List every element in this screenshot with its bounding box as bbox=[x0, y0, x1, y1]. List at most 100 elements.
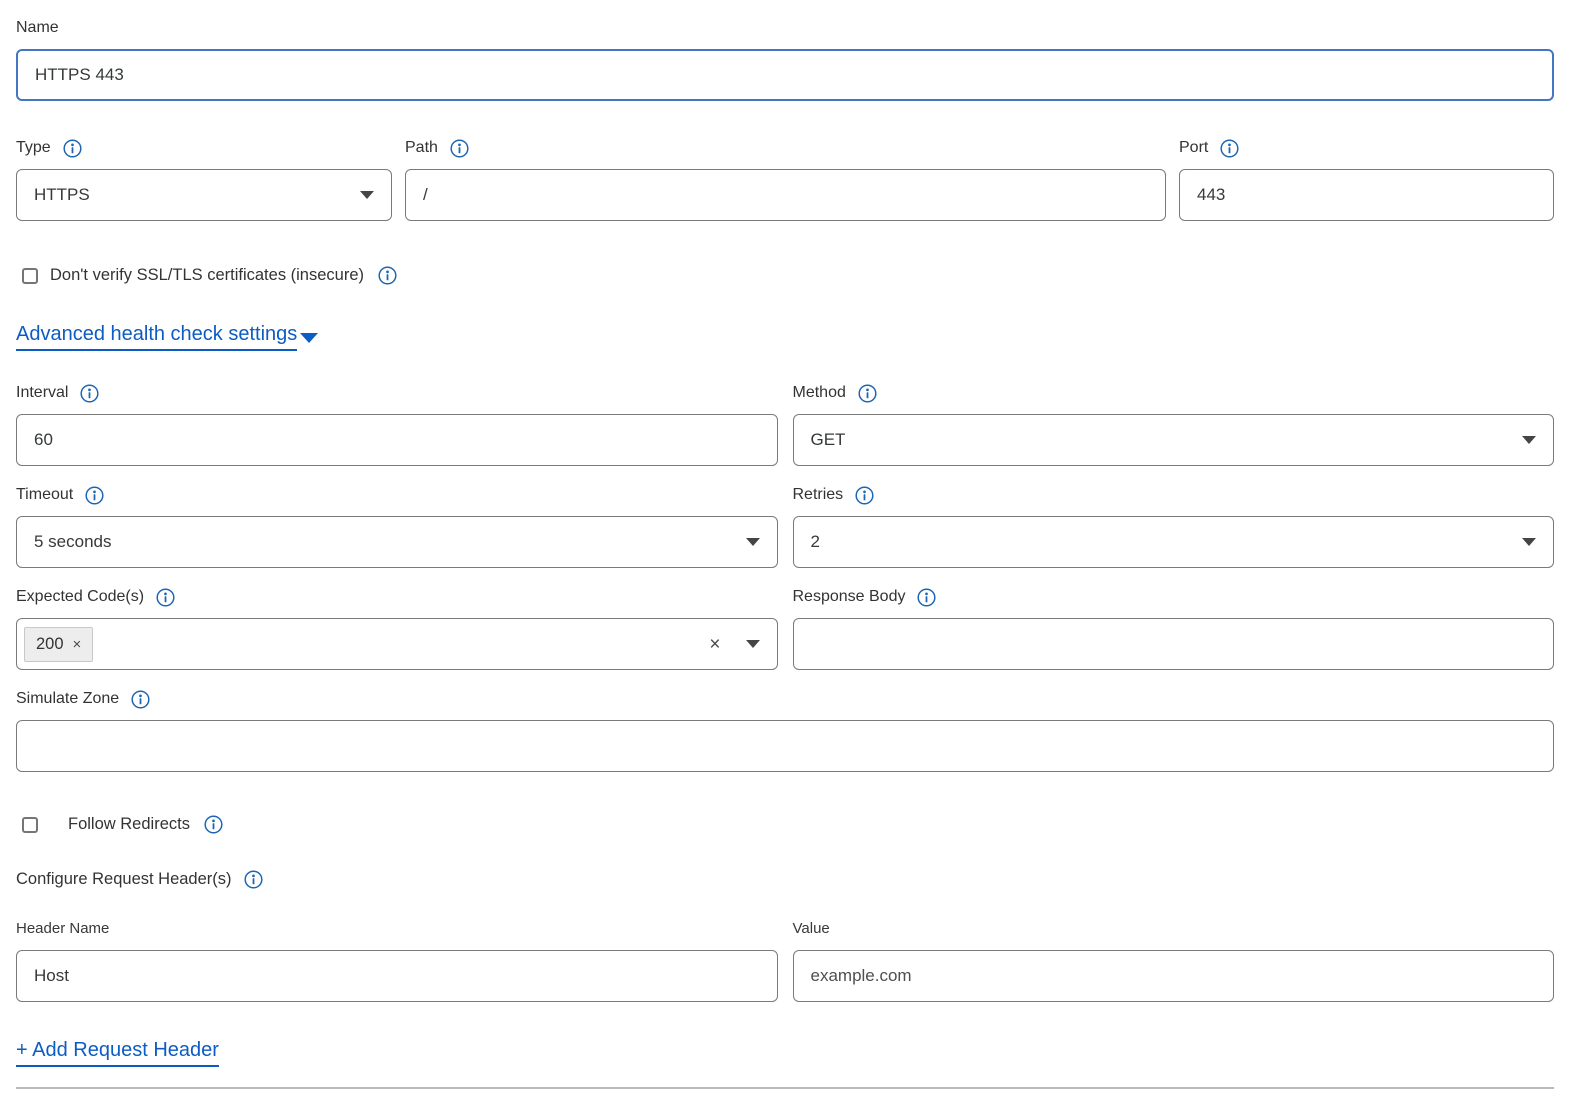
path-input[interactable] bbox=[405, 169, 1166, 221]
expected-codes-multiselect[interactable]: 200 × × bbox=[16, 618, 778, 670]
type-label: Type bbox=[16, 138, 392, 158]
port-field-group: Port bbox=[1179, 138, 1554, 221]
request-headers-info-icon[interactable] bbox=[244, 870, 263, 889]
port-input[interactable] bbox=[1179, 169, 1554, 221]
simulate-zone-info-icon[interactable] bbox=[131, 690, 150, 709]
chevron-down-icon bbox=[1522, 538, 1536, 546]
response-body-field-group: Response Body bbox=[793, 587, 1555, 670]
header-value-label: Value bbox=[793, 919, 1555, 938]
simulate-zone-input[interactable] bbox=[16, 720, 1554, 772]
triangle-down-icon bbox=[300, 333, 318, 343]
path-label-text: Path bbox=[405, 138, 438, 158]
interval-label: Interval bbox=[16, 383, 778, 403]
add-header-row: + Add Request Header bbox=[16, 1038, 1554, 1067]
dont-verify-ssl-info-icon[interactable] bbox=[378, 266, 397, 285]
expected-codes-field-group: Expected Code(s) 200 × × bbox=[16, 587, 778, 670]
dont-verify-ssl-label: Don't verify SSL/TLS certificates (insec… bbox=[50, 266, 364, 285]
simulate-zone-label: Simulate Zone bbox=[16, 689, 1554, 709]
port-info-icon[interactable] bbox=[1220, 139, 1239, 158]
dont-verify-ssl-checkbox[interactable] bbox=[22, 268, 38, 284]
path-info-icon[interactable] bbox=[450, 139, 469, 158]
port-label-text: Port bbox=[1179, 138, 1208, 158]
expected-codes-label-text: Expected Code(s) bbox=[16, 587, 144, 607]
method-selected-value: GET bbox=[811, 430, 846, 450]
header-value-input[interactable] bbox=[793, 950, 1555, 1002]
expected-codes-label: Expected Code(s) bbox=[16, 587, 778, 607]
port-label: Port bbox=[1179, 138, 1554, 158]
expected-code-tag: 200 × bbox=[24, 627, 93, 662]
name-label: Name bbox=[16, 18, 1554, 38]
retries-label-text: Retries bbox=[793, 485, 844, 505]
interval-info-icon[interactable] bbox=[80, 384, 99, 403]
follow-redirects-label: Follow Redirects bbox=[68, 815, 190, 834]
method-info-icon[interactable] bbox=[858, 384, 877, 403]
expected-codes-info-icon[interactable] bbox=[156, 588, 175, 607]
header-value-label-text: Value bbox=[793, 919, 830, 938]
response-body-info-icon[interactable] bbox=[917, 588, 936, 607]
request-headers-section-label: Configure Request Header(s) bbox=[16, 869, 1554, 889]
name-field-group: Name bbox=[16, 18, 1554, 101]
type-select[interactable]: HTTPS bbox=[16, 169, 392, 221]
timeout-label-text: Timeout bbox=[16, 485, 73, 505]
retries-label: Retries bbox=[793, 485, 1555, 505]
chevron-down-icon bbox=[360, 191, 374, 199]
method-label-text: Method bbox=[793, 383, 846, 403]
chevron-down-icon bbox=[1522, 436, 1536, 444]
response-body-input[interactable] bbox=[793, 618, 1555, 670]
multiselect-controls: × bbox=[709, 635, 759, 654]
method-select[interactable]: GET bbox=[793, 414, 1555, 466]
path-field-group: Path bbox=[405, 138, 1166, 221]
follow-redirects-info-icon[interactable] bbox=[204, 815, 223, 834]
timeout-selected-value: 5 seconds bbox=[34, 532, 112, 552]
request-header-row: Header Name Value bbox=[16, 919, 1554, 1002]
request-headers-section-label-text: Configure Request Header(s) bbox=[16, 869, 232, 889]
response-body-label-text: Response Body bbox=[793, 587, 906, 607]
timeout-field-group: Timeout 5 seconds bbox=[16, 485, 778, 568]
type-selected-value: HTTPS bbox=[34, 185, 90, 205]
add-request-header-link[interactable]: + Add Request Header bbox=[16, 1038, 219, 1067]
type-label-text: Type bbox=[16, 138, 51, 158]
interval-method-row: Interval Method GET bbox=[16, 383, 1554, 466]
timeout-select[interactable]: 5 seconds bbox=[16, 516, 778, 568]
response-body-label: Response Body bbox=[793, 587, 1555, 607]
header-name-input[interactable] bbox=[16, 950, 778, 1002]
header-name-label: Header Name bbox=[16, 919, 778, 938]
expected-code-tag-value: 200 bbox=[36, 635, 64, 654]
retries-info-icon[interactable] bbox=[855, 486, 874, 505]
chevron-down-icon bbox=[746, 538, 760, 546]
ssl-verify-row: Don't verify SSL/TLS certificates (insec… bbox=[16, 266, 1554, 285]
timeout-info-icon[interactable] bbox=[85, 486, 104, 505]
header-name-label-text: Header Name bbox=[16, 919, 109, 938]
path-label: Path bbox=[405, 138, 1166, 158]
retries-select[interactable]: 2 bbox=[793, 516, 1555, 568]
add-request-header-link-text: + Add Request Header bbox=[16, 1038, 219, 1067]
interval-input[interactable] bbox=[16, 414, 778, 466]
simulate-zone-field-group: Simulate Zone bbox=[16, 689, 1554, 772]
interval-field-group: Interval bbox=[16, 383, 778, 466]
timeout-label: Timeout bbox=[16, 485, 778, 505]
follow-redirects-checkbox[interactable] bbox=[22, 817, 38, 833]
type-info-icon[interactable] bbox=[63, 139, 82, 158]
advanced-settings-link[interactable]: Advanced health check settings bbox=[16, 322, 318, 351]
section-divider bbox=[16, 1087, 1554, 1089]
retries-selected-value: 2 bbox=[811, 532, 820, 552]
remove-tag-icon[interactable]: × bbox=[73, 637, 82, 652]
follow-redirects-row: Follow Redirects bbox=[16, 815, 1554, 834]
simulate-zone-label-text: Simulate Zone bbox=[16, 689, 119, 709]
timeout-retries-row: Timeout 5 seconds Retries 2 bbox=[16, 485, 1554, 568]
codes-body-row: Expected Code(s) 200 × × Response Body bbox=[16, 587, 1554, 670]
clear-all-icon[interactable]: × bbox=[709, 635, 720, 654]
advanced-settings-row: Advanced health check settings bbox=[16, 322, 1554, 351]
header-name-field-group: Header Name bbox=[16, 919, 778, 1002]
retries-field-group: Retries 2 bbox=[793, 485, 1555, 568]
type-path-port-row: Type HTTPS Path Port bbox=[16, 138, 1554, 221]
name-label-text: Name bbox=[16, 18, 59, 38]
header-value-field-group: Value bbox=[793, 919, 1555, 1002]
interval-label-text: Interval bbox=[16, 383, 68, 403]
name-input[interactable] bbox=[16, 49, 1554, 101]
health-check-form: Name Type HTTPS Path bbox=[0, 0, 1570, 1089]
type-field-group: Type HTTPS bbox=[16, 138, 392, 221]
advanced-settings-link-text: Advanced health check settings bbox=[16, 322, 297, 351]
chevron-down-icon[interactable] bbox=[746, 640, 760, 648]
method-field-group: Method GET bbox=[793, 383, 1555, 466]
